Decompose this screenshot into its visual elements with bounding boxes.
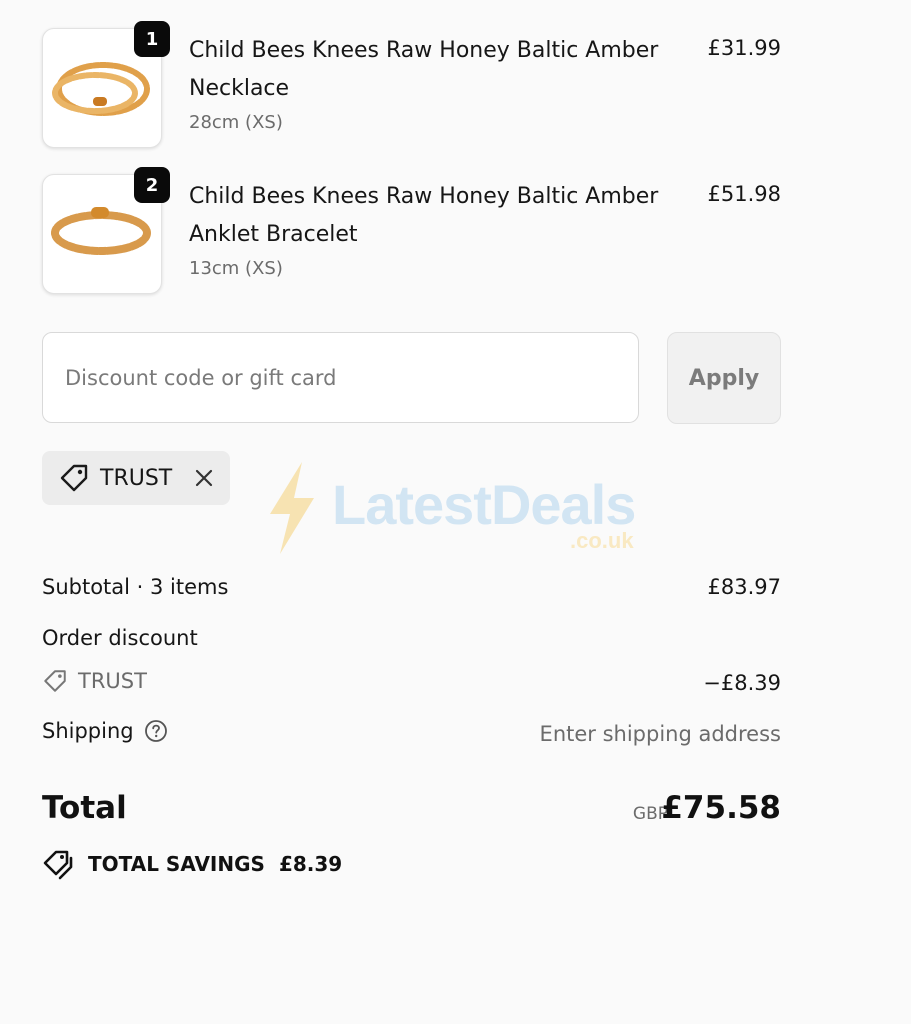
tag-icon — [60, 464, 88, 492]
order-discount-label: Order discount — [42, 626, 198, 650]
total-label: Total — [42, 790, 127, 826]
product-variant: 13cm (XS) — [189, 258, 283, 279]
applied-discount-chip: TRUST — [42, 451, 230, 505]
line-item: 1 Child Bees Knees Raw Honey Baltic Ambe… — [42, 21, 781, 148]
total-savings: TOTAL SAVINGS £8.39 — [42, 848, 342, 880]
shipping-row: Shipping — [42, 719, 168, 743]
help-icon[interactable] — [144, 719, 168, 743]
applied-code-label: TRUST — [100, 465, 173, 491]
close-icon[interactable] — [192, 466, 216, 490]
savings-amount: £8.39 — [278, 852, 343, 876]
product-thumbnail: 1 — [42, 21, 170, 148]
watermark: LatestDeals .co.uk — [262, 458, 662, 558]
quantity-badge: 2 — [134, 167, 170, 203]
apply-button[interactable]: Apply — [667, 332, 781, 424]
savings-tag-icon — [43, 850, 73, 880]
subtotal-label: Subtotal · 3 items — [42, 575, 229, 599]
savings-label: TOTAL SAVINGS — [88, 852, 265, 876]
product-name: Child Bees Knees Raw Honey Baltic Amber … — [189, 184, 659, 247]
subtotal-value: £83.97 — [707, 575, 781, 599]
watermark-domain: .co.uk — [570, 528, 634, 553]
shipping-value: Enter shipping address — [539, 722, 781, 746]
product-name: Child Bees Knees Raw Honey Baltic Amber … — [189, 38, 659, 101]
checkout-order-summary: 1 Child Bees Knees Raw Honey Baltic Ambe… — [0, 0, 911, 1024]
shipping-label: Shipping — [42, 719, 134, 743]
total-amount: £75.58 — [661, 790, 781, 826]
discount-code-line: TRUST — [42, 668, 147, 694]
discount-code-input[interactable] — [42, 332, 639, 423]
product-variant: 28cm (XS) — [189, 112, 283, 133]
product-price: £51.98 — [707, 182, 781, 206]
tag-icon — [44, 670, 66, 692]
product-price: £31.99 — [707, 36, 781, 60]
watermark-brand: LatestDeals — [332, 473, 636, 536]
discount-code-name: TRUST — [78, 669, 147, 693]
line-item: 2 Child Bees Knees Raw Honey Baltic Ambe… — [42, 167, 781, 294]
quantity-badge: 1 — [134, 21, 170, 57]
lightning-bolt-icon — [270, 462, 314, 554]
discount-value: −£8.39 — [703, 671, 781, 695]
product-thumbnail: 2 — [42, 167, 170, 294]
